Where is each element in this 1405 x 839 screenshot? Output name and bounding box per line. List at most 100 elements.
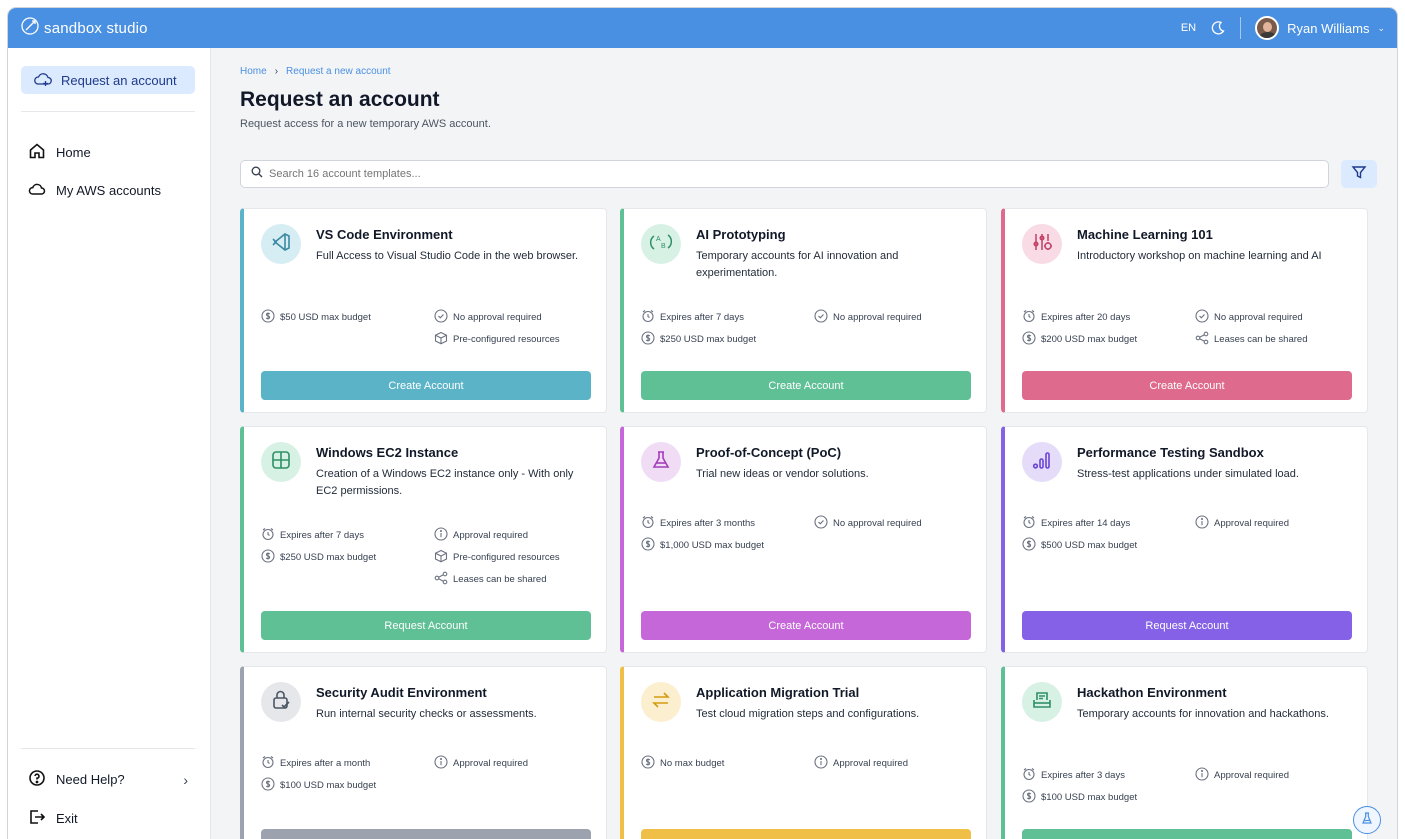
feature-text: No approval required	[833, 518, 922, 529]
feature-text: $250 USD max budget	[280, 552, 377, 563]
brand[interactable]: sandbox studio	[20, 16, 148, 40]
feature-text: Approval required	[453, 530, 528, 541]
sidebar-item-label: Home	[56, 145, 91, 160]
card-title: Application Migration Trial	[696, 685, 860, 700]
chevron-right-icon: ›	[274, 66, 279, 77]
vscode-icon	[270, 231, 292, 258]
alarm-clock-icon	[1022, 767, 1036, 784]
sidebar-item-exit[interactable]: Exit	[28, 808, 78, 829]
template-card: Hackathon Environment Temporary accounts…	[1001, 666, 1368, 839]
feature-resources: Pre-configured resources	[434, 331, 560, 348]
sidebar: Request an account Home My AWS accounts …	[8, 48, 211, 839]
feature-text: Leases can be shared	[1214, 334, 1308, 345]
bar-chart-icon	[1031, 449, 1053, 476]
account-button[interactable]	[261, 829, 591, 839]
sidebar-item-home[interactable]: Home	[28, 142, 91, 163]
search-icon	[251, 165, 263, 183]
feature-budget: No max budget	[641, 755, 724, 772]
package-icon	[434, 549, 448, 566]
dollar-icon	[261, 309, 275, 326]
sidebar-item-need-help[interactable]: Need Help? ›	[28, 769, 188, 790]
create-account-button[interactable]: Create Account	[641, 611, 971, 640]
svg-text:A: A	[656, 236, 661, 243]
card-title: AI Prototyping	[696, 227, 786, 242]
dollar-icon	[641, 331, 655, 348]
card-description: Trial new ideas or vendor solutions.	[696, 468, 869, 480]
check-circle-icon	[814, 515, 828, 532]
card-title: Machine Learning 101	[1077, 227, 1213, 242]
account-button[interactable]	[1022, 829, 1352, 839]
hackathon-icon	[1031, 689, 1053, 716]
template-card: VS Code Environment Full Access to Visua…	[240, 208, 607, 413]
card-description: Introductory workshop on machine learnin…	[1077, 250, 1322, 262]
feature-approval: No approval required	[434, 309, 542, 326]
create-account-button[interactable]: Create Account	[1022, 371, 1352, 400]
search-bar	[240, 160, 1329, 188]
feature-approval: Approval required	[434, 755, 528, 772]
feature-expiry: Expires after 7 days	[641, 309, 744, 326]
icon-badge: AB	[641, 224, 681, 264]
icon-badge	[641, 682, 681, 722]
feature-expiry: Expires after 3 months	[641, 515, 755, 532]
divider	[21, 748, 195, 749]
feature-budget: $50 USD max budget	[261, 309, 371, 326]
sidebar-item-my-aws-accounts[interactable]: My AWS accounts	[28, 180, 161, 201]
breadcrumb-current[interactable]: Request a new account	[286, 66, 391, 77]
alarm-clock-icon	[1022, 309, 1036, 326]
template-card: Machine Learning 101 Introductory worksh…	[1001, 208, 1368, 413]
feature-expiry: Expires after 7 days	[261, 527, 364, 544]
alarm-clock-icon	[261, 527, 275, 544]
lab-button[interactable]	[1353, 806, 1381, 834]
template-card: Windows EC2 Instance Creation of a Windo…	[240, 426, 607, 653]
feature-approval: No approval required	[1195, 309, 1303, 326]
info-circle-icon	[434, 527, 448, 544]
ab-test-icon: AB	[649, 231, 673, 258]
sandbox-logo-icon	[20, 16, 40, 40]
alarm-clock-icon	[261, 755, 275, 772]
sidebar-item-label: My AWS accounts	[56, 183, 161, 198]
migrate-arrows-icon	[650, 689, 672, 716]
divider	[1240, 17, 1242, 39]
filter-button[interactable]	[1341, 160, 1377, 188]
feature-text: No approval required	[1214, 312, 1303, 323]
template-card: Proof-of-Concept (PoC) Trial new ideas o…	[620, 426, 987, 653]
request-account-button[interactable]: Request Account	[1022, 611, 1352, 640]
feature-text: $100 USD max budget	[1041, 792, 1138, 803]
avatar	[1255, 16, 1280, 40]
account-button[interactable]	[641, 829, 971, 839]
user-name: Ryan Williams	[1287, 20, 1370, 36]
share-icon	[434, 571, 448, 588]
feature-shared: Leases can be shared	[434, 571, 546, 588]
feature-approval: Approval required	[1195, 515, 1289, 532]
search-input[interactable]	[269, 168, 1269, 180]
language-selector[interactable]: EN	[1181, 22, 1196, 34]
request-account-button[interactable]: Request an account	[21, 66, 195, 94]
create-account-button[interactable]: Create Account	[641, 371, 971, 400]
template-card: Application Migration Trial Test cloud m…	[620, 666, 987, 839]
main-content: Home › Request a new account Request an …	[211, 48, 1397, 839]
user-menu[interactable]: Ryan Williams ⌄	[1255, 16, 1385, 40]
feature-text: Pre-configured resources	[453, 334, 560, 345]
feature-expiry: Expires after 20 days	[1022, 309, 1130, 326]
feature-text: Expires after 14 days	[1041, 518, 1131, 529]
template-card: AB AI Prototyping Temporary accounts for…	[620, 208, 987, 413]
feature-text: No approval required	[833, 312, 922, 323]
feature-text: Expires after a month	[280, 758, 371, 769]
feature-text: Pre-configured resources	[453, 552, 560, 563]
cloud-plus-icon	[33, 69, 53, 92]
alarm-clock-icon	[641, 309, 655, 326]
feature-text: No max budget	[660, 758, 725, 769]
dark-mode-icon[interactable]	[1210, 20, 1226, 36]
flask-icon	[650, 449, 672, 476]
feature-text: Expires after 3 months	[660, 518, 756, 529]
cloud-icon	[28, 180, 46, 201]
breadcrumb-home[interactable]: Home	[240, 66, 267, 77]
request-account-button[interactable]: Request Account	[261, 611, 591, 640]
dollar-icon	[641, 537, 655, 554]
info-circle-icon	[814, 755, 828, 772]
card-title: Performance Testing Sandbox	[1077, 445, 1264, 460]
ml-sliders-icon	[1031, 231, 1053, 258]
feature-text: Approval required	[1214, 518, 1289, 529]
feature-text: Leases can be shared	[453, 574, 547, 585]
create-account-button[interactable]: Create Account	[261, 371, 591, 400]
